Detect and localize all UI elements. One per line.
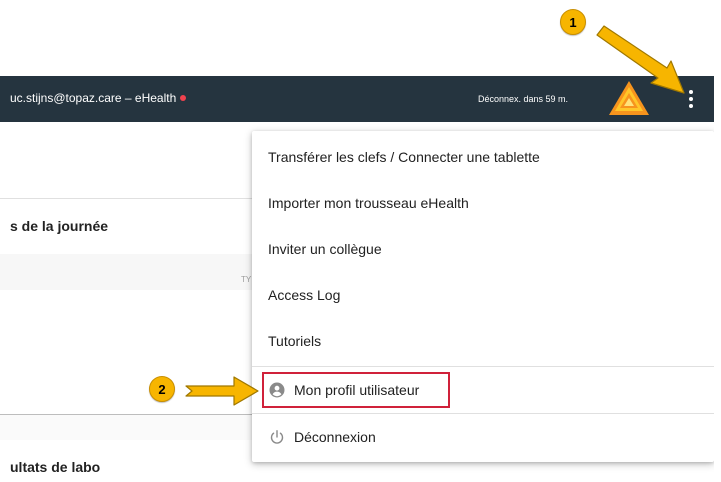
day-section-title: s de la journée <box>10 218 109 234</box>
profile-highlight-box <box>262 372 450 408</box>
power-icon <box>268 428 286 446</box>
type-column-header: TY <box>241 275 252 284</box>
menu-item-label: Inviter un collègue <box>268 241 382 257</box>
step-1-badge: 1 <box>560 9 586 35</box>
step-2-badge: 2 <box>149 376 175 402</box>
user-dropdown-menu: Transférer les clefs / Connecter une tab… <box>252 131 714 462</box>
menu-item-invite-colleague[interactable]: Inviter un collègue <box>252 226 714 272</box>
menu-item-transfer-keys[interactable]: Transférer les clefs / Connecter une tab… <box>252 134 714 180</box>
menu-item-label: Tutoriels <box>268 333 322 349</box>
menu-item-access-log[interactable]: Access Log <box>252 272 714 318</box>
menu-item-tutorials[interactable]: Tutoriels <box>252 318 714 364</box>
step-1-arrow-icon <box>596 25 685 94</box>
step-2-arrow-icon <box>185 376 259 406</box>
lab-section-title: ultats de labo <box>10 459 101 475</box>
user-account[interactable]: uc.stijns@topaz.care – eHealth <box>10 91 187 105</box>
menu-item-label: Déconnexion <box>294 429 376 445</box>
menu-item-logout[interactable]: Déconnexion <box>252 414 714 460</box>
page-edge <box>714 0 721 482</box>
menu-item-label: Transférer les clefs / Connecter une tab… <box>268 149 540 165</box>
menu-item-label: Access Log <box>268 287 341 303</box>
connection-status-dot <box>180 95 187 101</box>
user-email-label: uc.stijns@topaz.care – eHealth <box>10 91 177 105</box>
menu-item-label: Importer mon trousseau eHealth <box>268 195 469 211</box>
menu-item-import-keystore[interactable]: Importer mon trousseau eHealth <box>252 180 714 226</box>
session-timeout: Déconnex. dans 59 m. <box>478 94 569 104</box>
